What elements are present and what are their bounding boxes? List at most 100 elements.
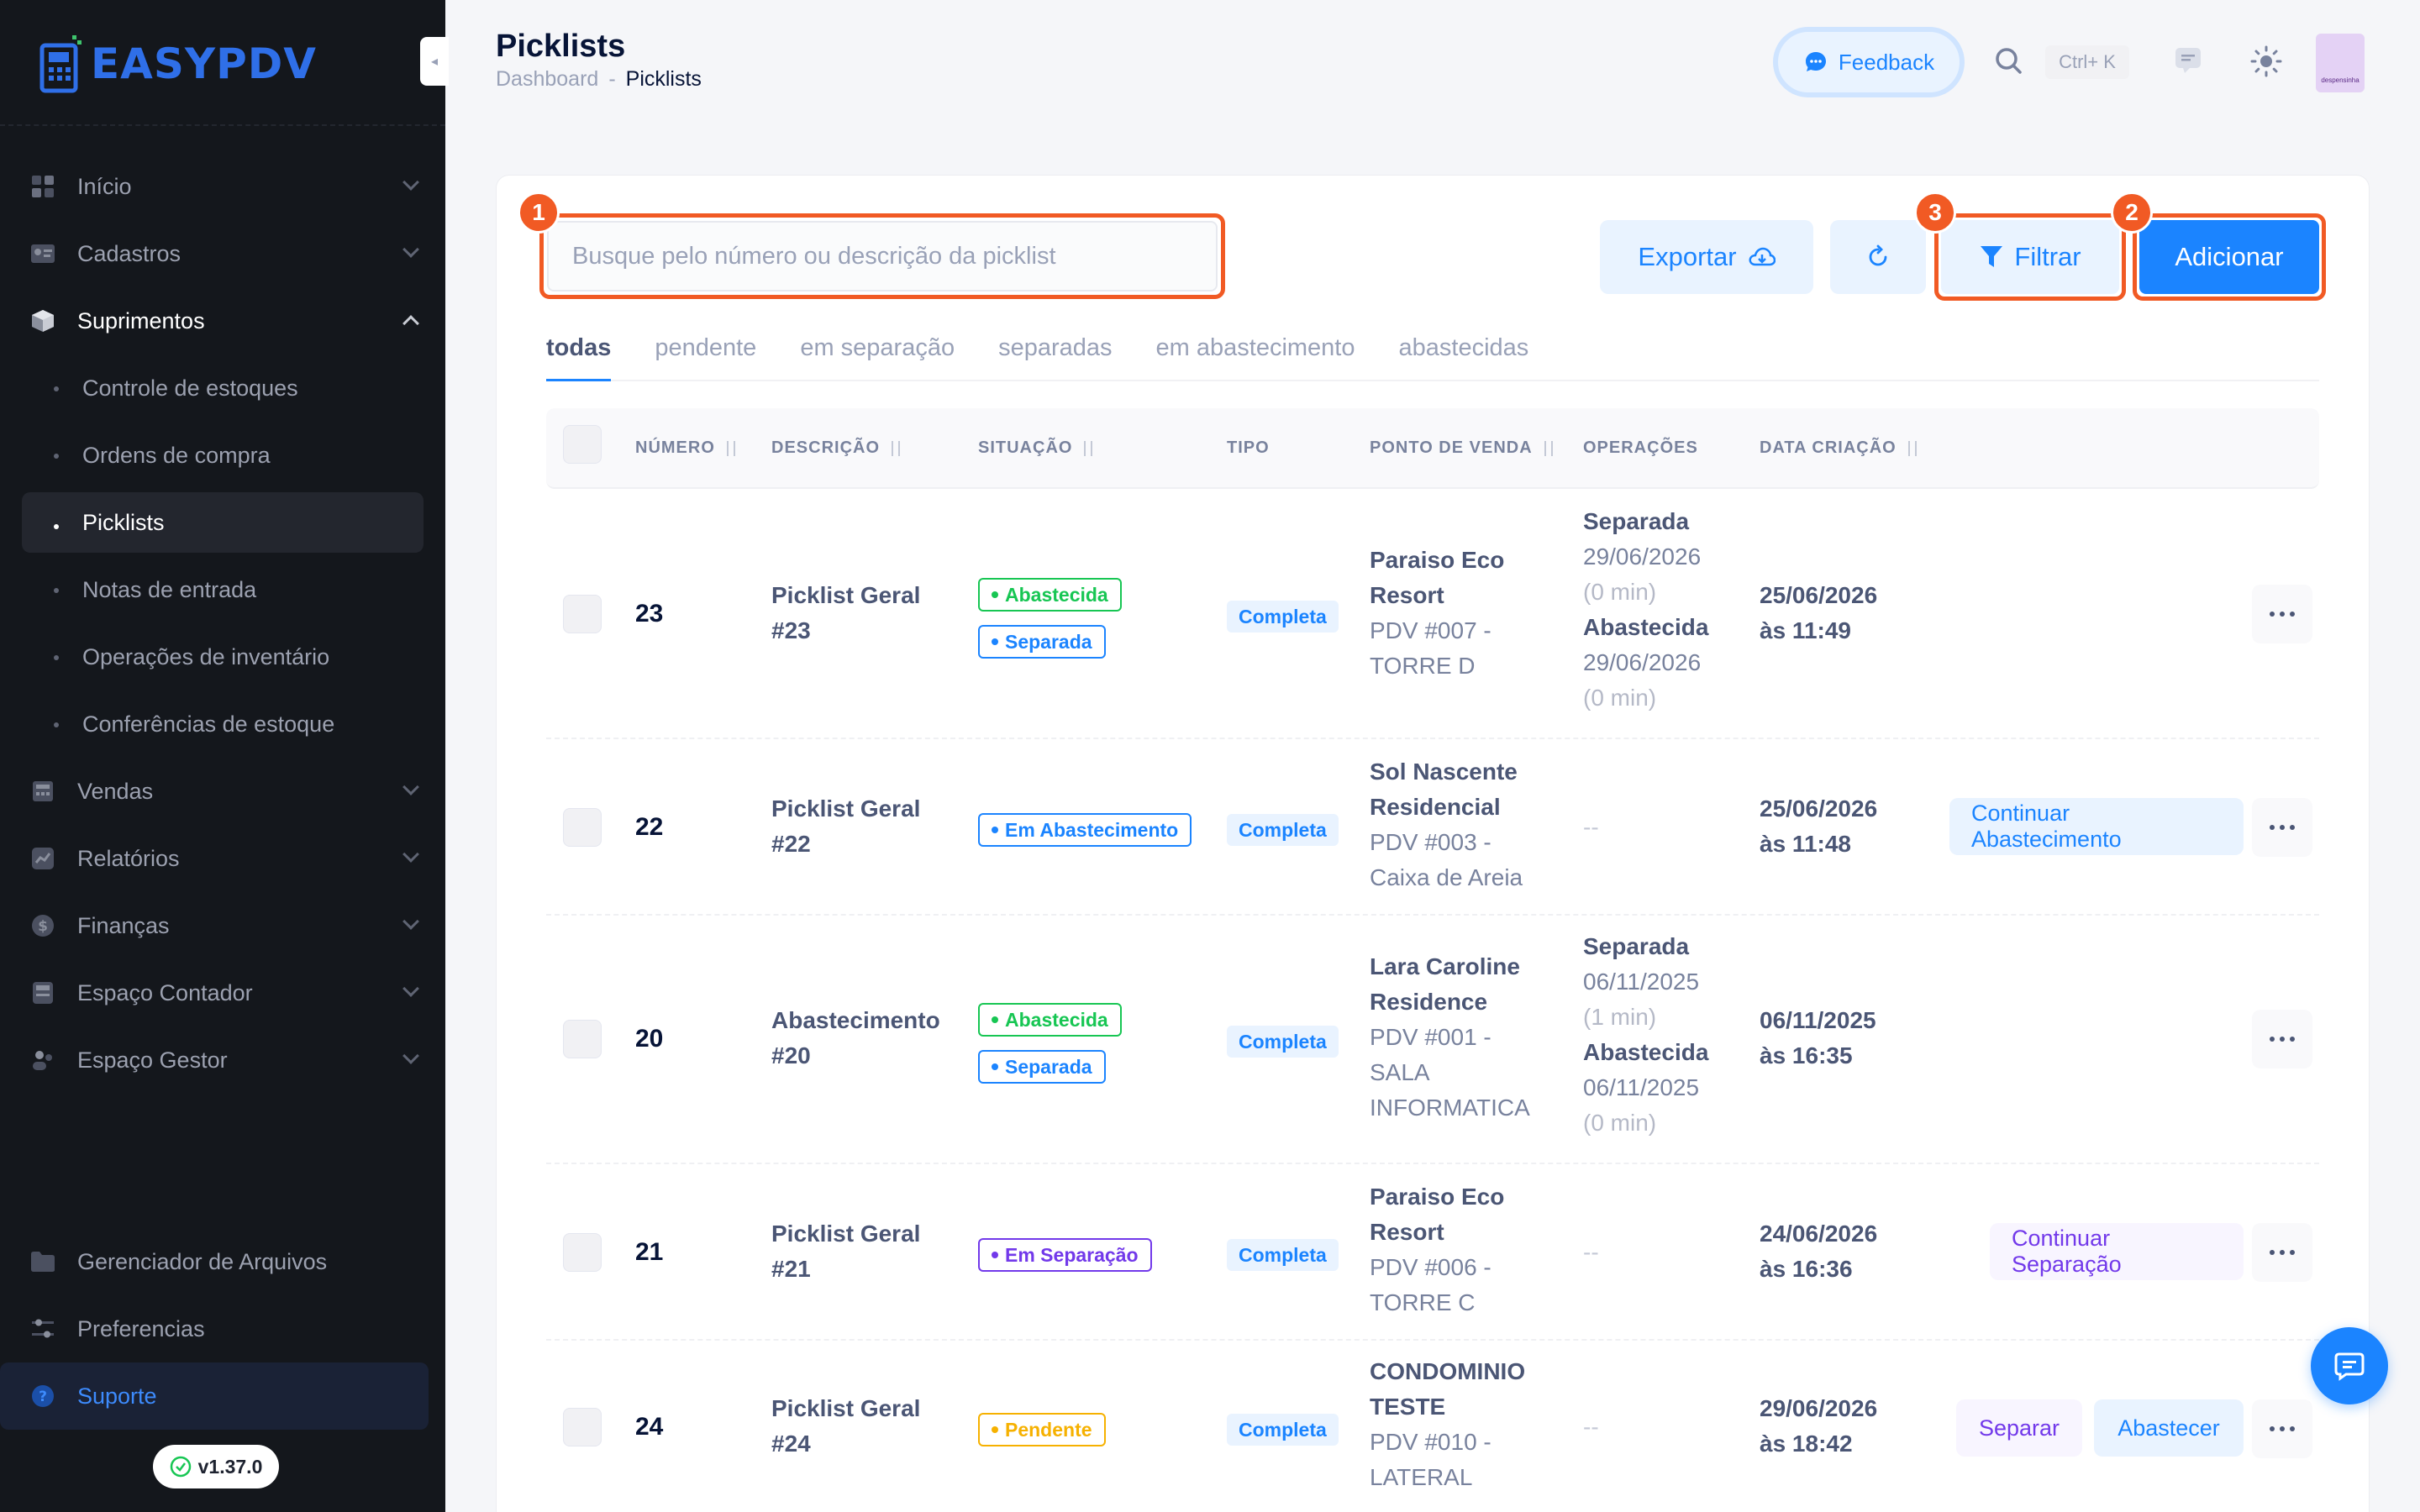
continue-separation-button[interactable]: Continuar Separação bbox=[1990, 1223, 2244, 1280]
people-icon bbox=[29, 1046, 57, 1074]
table-row[interactable]: 24 Picklist Geral #24 Pendente Completa C… bbox=[546, 1341, 2319, 1512]
sidebar-bottom-nav: Gerenciador de Arquivos Preferencias ? S… bbox=[0, 1228, 429, 1430]
refresh-icon bbox=[1869, 244, 1887, 266]
calculator-icon bbox=[29, 979, 57, 1007]
search-input[interactable] bbox=[547, 221, 1218, 291]
row-checkbox[interactable] bbox=[563, 1020, 602, 1058]
sidebar-item-espaco-gestor[interactable]: Espaço Gestor bbox=[22, 1026, 424, 1094]
breadcrumb-parent[interactable]: Dashboard bbox=[496, 67, 598, 92]
row-checkbox[interactable] bbox=[563, 1233, 602, 1272]
feedback-button[interactable]: Feedback bbox=[1773, 27, 1965, 97]
tab-em-abastecimento[interactable]: em abastecimento bbox=[1156, 326, 1355, 381]
status-badge: Pendente bbox=[978, 1413, 1106, 1446]
row-number: 21 bbox=[635, 1238, 664, 1266]
search-highlight bbox=[539, 213, 1225, 299]
row-status: Em Separação bbox=[978, 1233, 1152, 1272]
row-number: 20 bbox=[635, 1025, 664, 1053]
sidebar-subitem-operacoes-inventario[interactable]: Operações de inventário bbox=[22, 623, 424, 690]
logo[interactable]: EASYPDV bbox=[39, 34, 317, 94]
row-type: Completa bbox=[1227, 1411, 1339, 1446]
sidebar-subitem-conferencias-estoque[interactable]: Conferências de estoque bbox=[22, 690, 424, 758]
row-operations-empty: -- bbox=[1583, 1414, 1599, 1440]
more-dots-icon bbox=[2270, 1250, 2275, 1255]
row-point-of-sale: Lara Caroline Residence PDV #001 - SALA INF… bbox=[1370, 953, 1530, 1121]
column-header-data-criacao[interactable]: DATA CRIAÇÃO bbox=[1760, 438, 1922, 458]
row-more-actions-button[interactable] bbox=[2252, 798, 2312, 857]
sidebar-item-inicio[interactable]: Início bbox=[22, 153, 424, 220]
row-checkbox[interactable] bbox=[563, 595, 602, 633]
tab-em-separacao[interactable]: em separação bbox=[800, 326, 955, 381]
sort-icon bbox=[886, 439, 905, 458]
table-row[interactable]: 21 Picklist Geral #21 Em Separação Comple… bbox=[546, 1164, 2319, 1341]
row-status: Abastecida Separada bbox=[978, 998, 1122, 1084]
sidebar-subitem-notas-entrada[interactable]: Notas de entrada bbox=[22, 556, 424, 623]
support-chat-button[interactable] bbox=[2311, 1327, 2388, 1404]
filter-button[interactable]: Filtrar bbox=[1941, 220, 2119, 294]
row-point-of-sale: Paraiso Eco Resort PDV #006 - TORRE C bbox=[1370, 1184, 1505, 1315]
table-row[interactable]: 22 Picklist Geral #22 Em Abastecimento Co… bbox=[546, 739, 2319, 916]
search-icon[interactable] bbox=[1993, 45, 2025, 81]
sidebar-collapse-button[interactable]: ◂ bbox=[420, 37, 449, 86]
tab-abastecidas[interactable]: abastecidas bbox=[1399, 326, 1529, 381]
tab-separadas[interactable]: separadas bbox=[998, 326, 1112, 381]
step-marker-1: 1 bbox=[518, 192, 560, 234]
chat-bubble-icon bbox=[1805, 52, 1826, 71]
sidebar-subitem-picklists[interactable]: Picklists bbox=[22, 492, 424, 553]
tab-pendente[interactable]: pendente bbox=[655, 326, 756, 381]
sidebar-item-label: Preferencias bbox=[77, 1315, 205, 1341]
sidebar-item-gerenciador-arquivos[interactable]: Gerenciador de Arquivos bbox=[22, 1228, 424, 1295]
sidebar-item-espaco-contador[interactable]: Espaço Contador bbox=[22, 959, 424, 1026]
sidebar-item-label: Início bbox=[77, 173, 132, 199]
row-more-actions-button[interactable] bbox=[2252, 1010, 2312, 1068]
avatar-text: despensinha bbox=[2321, 76, 2360, 84]
id-card-icon bbox=[29, 239, 57, 268]
tab-todas[interactable]: todas bbox=[546, 326, 612, 381]
sidebar-item-relatorios[interactable]: Relatórios bbox=[22, 825, 424, 892]
column-header-operacoes: OPERAÇÕES bbox=[1583, 438, 1698, 457]
chat-icon bbox=[2334, 1352, 2365, 1381]
sidebar-item-vendas[interactable]: Vendas bbox=[22, 758, 424, 825]
theme-toggle-sun-icon[interactable] bbox=[2249, 44, 2284, 83]
column-header-descricao[interactable]: DESCRIÇÃO bbox=[771, 438, 905, 458]
row-more-actions-button[interactable] bbox=[2252, 1223, 2312, 1282]
export-label: Exportar bbox=[1638, 242, 1737, 271]
row-more-actions-button[interactable] bbox=[2252, 585, 2312, 643]
step-marker-3: 3 bbox=[1914, 192, 1956, 234]
continue-supply-button[interactable]: Continuar Abastecimento bbox=[1949, 798, 2244, 855]
box-icon bbox=[29, 307, 57, 335]
export-button[interactable]: Exportar bbox=[1600, 220, 1813, 294]
sidebar-item-suprimentos[interactable]: Suprimentos bbox=[22, 287, 424, 354]
table-row[interactable]: 23 Picklist Geral #23 Abastecida Separada… bbox=[546, 491, 2319, 739]
filter-label: Filtrar bbox=[2014, 242, 2081, 271]
messages-icon[interactable] bbox=[2173, 45, 2203, 80]
row-type: Completa bbox=[1227, 598, 1339, 633]
more-dots-icon bbox=[2270, 1037, 2275, 1042]
row-created-date: 06/11/2025 às 16:35 bbox=[1760, 1007, 1876, 1068]
sidebar-subitem-label: Notas de entrada bbox=[82, 576, 257, 602]
column-header-numero[interactable]: NÚMERO bbox=[635, 438, 740, 458]
sidebar-subitem-ordens-compra[interactable]: Ordens de compra bbox=[22, 422, 424, 489]
table-row[interactable]: 20 Abastecimento #20 Abastecida Separada … bbox=[546, 916, 2319, 1164]
sidebar-item-cadastros[interactable]: Cadastros bbox=[22, 220, 424, 287]
sidebar-subitem-controle-estoques[interactable]: Controle de estoques bbox=[22, 354, 424, 422]
sidebar-item-suporte[interactable]: ? Suporte bbox=[0, 1362, 429, 1430]
column-header-situacao[interactable]: SITUAÇÃO bbox=[978, 438, 1097, 458]
sliders-icon bbox=[29, 1315, 57, 1343]
select-all-checkbox[interactable] bbox=[563, 425, 602, 464]
add-button[interactable]: Adicionar bbox=[2139, 220, 2319, 294]
separate-button[interactable]: Separar bbox=[1956, 1399, 2082, 1457]
row-checkbox[interactable] bbox=[563, 1408, 602, 1446]
chevron-down-icon bbox=[402, 980, 419, 997]
sidebar-item-preferencias[interactable]: Preferencias bbox=[22, 1295, 424, 1362]
column-header-ponto-venda[interactable]: PONTO DE VENDA bbox=[1370, 438, 1558, 458]
sort-icon bbox=[1903, 439, 1922, 458]
row-more-actions-button[interactable] bbox=[2252, 1399, 2312, 1458]
avatar[interactable]: despensinha bbox=[2316, 34, 2365, 92]
row-created-date: 24/06/2026 às 16:36 bbox=[1760, 1221, 1878, 1282]
row-checkbox[interactable] bbox=[563, 808, 602, 847]
sidebar-item-financas[interactable]: $ Finanças bbox=[22, 892, 424, 959]
row-operations-empty: -- bbox=[1583, 1239, 1599, 1265]
refresh-button[interactable] bbox=[1830, 220, 1926, 294]
sidebar: EASYPDV ◂ Início Cadastros Suprimentos C… bbox=[0, 0, 449, 1512]
supply-button[interactable]: Abastecer bbox=[2094, 1399, 2244, 1457]
